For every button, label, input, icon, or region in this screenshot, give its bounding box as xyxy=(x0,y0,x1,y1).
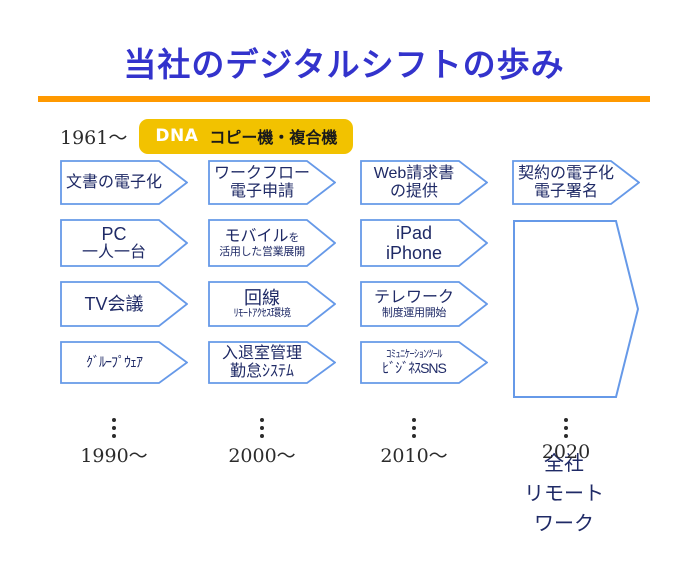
chevron-line-1: テレワーク xyxy=(373,288,454,306)
timeline-foot-2020: 2020 xyxy=(512,418,640,463)
chevron-line-1: ワークフロー xyxy=(213,164,310,182)
chevron-item[interactable]: モバイルを 活用した営業展開 xyxy=(208,219,336,267)
highlight-chevron-remote-work[interactable]: 全社 リモート ワーク xyxy=(512,219,640,535)
chevron-line-2: iPhone xyxy=(385,243,443,263)
chevron-text: ワークフロー 電子申請 xyxy=(208,160,336,205)
chevron-item[interactable]: 回線 ﾘﾓｰﾄｱｸｾｽ環境 xyxy=(208,281,336,327)
chevron-item[interactable]: Web請求書 の提供 xyxy=(360,160,488,205)
chevron-item[interactable]: iPad iPhone xyxy=(360,219,488,267)
chevron-item[interactable]: ｸﾞﾙｰﾌﾟｳｪｱ xyxy=(60,341,188,384)
chevron-shape-icon xyxy=(512,220,640,403)
chevron-text: iPad iPhone xyxy=(360,219,488,267)
chevron-line-2: ﾋﾞｼﾞﾈｽSNS xyxy=(382,359,447,376)
chevron-text: 文書の電子化 xyxy=(60,160,188,205)
chevron-line-2: 活用した営業展開 xyxy=(219,245,305,258)
timeline-year-label: 2000〜 xyxy=(228,445,296,467)
chevron-line-2: 勤怠ｼｽﾃﾑ xyxy=(229,362,294,380)
chevron-item[interactable]: 文書の電子化 xyxy=(60,160,188,205)
vertical-ellipsis-icon xyxy=(60,418,188,438)
chevron-line-1: 回線 xyxy=(244,288,280,309)
timeline-column-2010: Web請求書 の提供 iPad iPhone テレワーク 制度運用開始 ｺﾐｭﾆ… xyxy=(360,160,488,398)
chevron-item[interactable]: 契約の電子化 電子署名 xyxy=(512,160,640,205)
timeline-column-2020: 契約の電子化 電子署名 全社 リモート ワーク xyxy=(512,160,640,535)
timeline-foot-2010: 2010〜 xyxy=(360,418,488,468)
chevron-line-1: TV会議 xyxy=(84,293,144,314)
chevron-item[interactable]: ワークフロー 電子申請 xyxy=(208,160,336,205)
chevron-line-1: iPad xyxy=(395,222,433,243)
vertical-ellipsis-icon xyxy=(208,418,336,438)
vertical-ellipsis-icon xyxy=(512,418,640,438)
chevron-text: ｸﾞﾙｰﾌﾟｳｪｱ xyxy=(60,341,188,384)
chevron-text: Web請求書 の提供 xyxy=(360,160,488,205)
chevron-line-1: モバイルを xyxy=(224,228,299,246)
timeline-foot-2000: 2000〜 xyxy=(208,418,336,468)
chevron-text: 回線 ﾘﾓｰﾄｱｸｾｽ環境 xyxy=(208,281,336,327)
chevron-line-1: PC xyxy=(101,223,127,244)
chevron-line-1-suffix: を xyxy=(288,231,300,244)
chevron-line-1: 入退室管理 xyxy=(221,344,302,362)
chevron-item[interactable]: PC 一人一台 xyxy=(60,219,188,267)
chevron-text: テレワーク 制度運用開始 xyxy=(360,281,488,327)
chevron-line-1: ｺﾐｭﾆｹｰｼｮﾝﾂｰﾙ xyxy=(386,347,442,360)
chevron-line-2: 電子申請 xyxy=(229,182,294,200)
chevron-text: モバイルを 活用した営業展開 xyxy=(208,219,336,267)
timeline-grid: 文書の電子化 PC 一人一台 TV会議 ｸﾞﾙｰﾌﾟｳｪｱ ワークフロー 電子申… xyxy=(0,0,688,535)
chevron-line-2: ﾘﾓｰﾄｱｸｾｽ環境 xyxy=(233,307,292,320)
timeline-column-2000: ワークフロー 電子申請 モバイルを 活用した営業展開 回線 ﾘﾓｰﾄｱｸｾｽ環境… xyxy=(208,160,336,398)
chevron-text: ｺﾐｭﾆｹｰｼｮﾝﾂｰﾙ ﾋﾞｼﾞﾈｽSNS xyxy=(360,341,488,384)
timeline-year-label: 1990〜 xyxy=(80,445,148,467)
chevron-item[interactable]: 入退室管理 勤怠ｼｽﾃﾑ xyxy=(208,341,336,384)
chevron-line-2: 一人一台 xyxy=(81,244,146,262)
chevron-text: 入退室管理 勤怠ｼｽﾃﾑ xyxy=(208,341,336,384)
timeline-column-1990: 文書の電子化 PC 一人一台 TV会議 ｸﾞﾙｰﾌﾟｳｪｱ xyxy=(60,160,188,398)
vertical-ellipsis-icon xyxy=(360,418,488,438)
chevron-line-1: 契約の電子化 xyxy=(517,164,614,182)
chevron-line-1-main: モバイル xyxy=(224,227,289,245)
chevron-item[interactable]: TV会議 xyxy=(60,281,188,327)
chevron-item[interactable]: ｺﾐｭﾆｹｰｼｮﾝﾂｰﾙ ﾋﾞｼﾞﾈｽSNS xyxy=(360,341,488,384)
timeline-year-label: 2010〜 xyxy=(380,445,448,467)
chevron-line-1: ｸﾞﾙｰﾌﾟｳｪｱ xyxy=(86,353,143,370)
slide-root: 当社のデジタルシフトの歩み 1961〜 DNA コピー機・複合機 文書の電子化 xyxy=(0,0,688,535)
timeline-year-label: 2020 xyxy=(541,441,591,463)
chevron-item[interactable]: テレワーク 制度運用開始 xyxy=(360,281,488,327)
chevron-text: TV会議 xyxy=(60,281,188,327)
chevron-line-1: Web請求書 xyxy=(373,164,455,182)
chevron-text: 契約の電子化 電子署名 xyxy=(512,160,640,205)
timeline-foot-1990: 1990〜 xyxy=(60,418,188,468)
chevron-line-2: の提供 xyxy=(389,182,438,200)
chevron-line-1: 文書の電子化 xyxy=(65,173,162,191)
chevron-line-2: 電子署名 xyxy=(533,182,598,200)
highlight-line-2: リモート xyxy=(524,483,604,505)
highlight-line-3: ワーク xyxy=(534,513,594,535)
chevron-line-2: 制度運用開始 xyxy=(381,306,447,319)
chevron-text: PC 一人一台 xyxy=(60,219,188,267)
